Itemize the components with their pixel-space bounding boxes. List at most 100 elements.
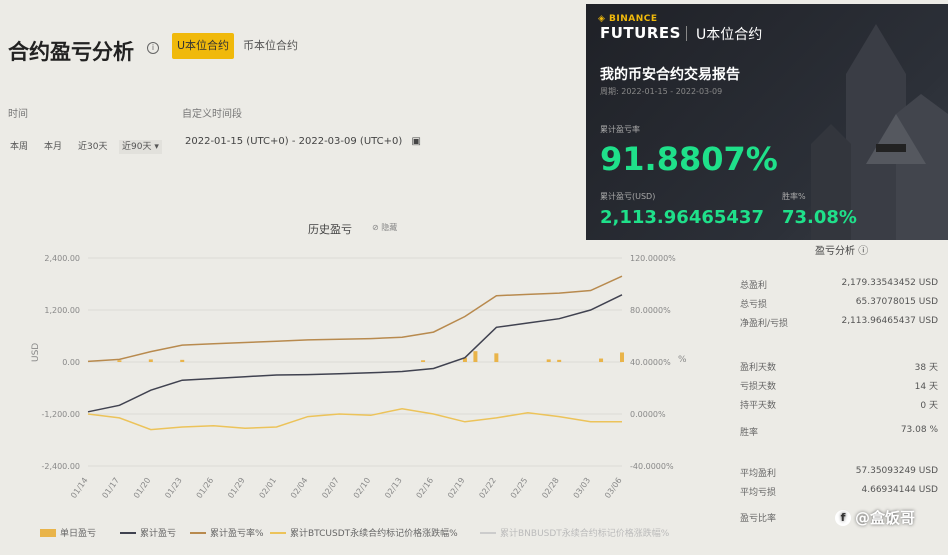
y-right-tick: 40.0000% <box>630 358 671 367</box>
y-left-tick: 2,400.00 <box>44 254 80 263</box>
daily-pnl-bar <box>599 358 604 362</box>
legend-daily-pnl[interactable]: 单日盈亏 <box>40 526 96 539</box>
pnl-label: 累计盈亏(USD) <box>600 192 656 201</box>
y-left-tick: -2,400.00 <box>41 462 80 471</box>
pnl-rate-label: 累计盈亏率 <box>600 125 640 134</box>
series-line <box>87 408 622 431</box>
page-title: 合约盈亏分析 <box>8 40 134 64</box>
pnl-rate-value: 91.8807% <box>600 140 778 178</box>
chart-title: 历史盈亏 <box>308 223 352 236</box>
series-line <box>87 294 623 413</box>
legend-bnb[interactable]: 累计BNBUSDT永续合约标记价格涨跌幅% <box>480 526 669 539</box>
x-tick: 02/25 <box>509 476 530 500</box>
hide-toggle[interactable]: ⊘ 隐藏 <box>372 222 397 233</box>
daily-pnl-bar <box>620 352 624 362</box>
daily-pnl-bar <box>473 351 478 362</box>
x-tick: 01/29 <box>226 476 247 500</box>
x-tick: 02/13 <box>383 476 404 500</box>
hide-label: 隐藏 <box>381 223 398 232</box>
time-label: 时间 <box>8 109 28 120</box>
stat-label: 平均盈利 <box>740 469 777 479</box>
filter-this-month[interactable]: 本月 <box>44 140 62 154</box>
stat-label: 持平天数 <box>740 401 777 411</box>
filter-90-days[interactable]: 近90天 ▾ <box>119 140 162 154</box>
x-tick: 02/19 <box>446 476 467 500</box>
daily-pnl-bar <box>117 360 122 362</box>
stat-value: 73.08 % <box>900 425 938 435</box>
stats-title: 盈亏分析 ⓘ <box>815 242 868 257</box>
info-icon[interactable]: ⓘ <box>858 246 868 257</box>
series-line <box>87 275 623 363</box>
legend-label: 累计盈亏率% <box>210 529 264 539</box>
binance-logo: ◈ BINANCE <box>598 14 658 24</box>
y-left-tick: 0.00 <box>62 358 80 367</box>
x-tick: 03/06 <box>603 476 624 500</box>
y-right-tick: 0.0000% <box>630 410 666 419</box>
x-tick: 02/28 <box>540 476 561 500</box>
x-tick: 03/03 <box>572 476 593 500</box>
filter-30-days[interactable]: 近30天 <box>78 140 107 154</box>
x-tick: 02/04 <box>289 476 310 500</box>
y-right-tick: -40.0000% <box>630 462 674 471</box>
x-tick: 01/14 <box>69 476 90 500</box>
x-tick: 01/20 <box>132 476 153 500</box>
stat-value: 57.35093249 USD <box>855 466 938 476</box>
watermark-text: @盒饭哥 <box>855 509 916 527</box>
x-tick: 01/23 <box>163 476 184 500</box>
stat-value: 38 天 <box>914 363 938 373</box>
weibo-logo-icon: f <box>835 509 851 526</box>
futures-label: FUTURES <box>600 24 681 42</box>
legend-cumulative-rate[interactable]: 累计盈亏率% <box>190 526 264 539</box>
stat-label: 胜率 <box>740 428 759 438</box>
pnl-chart: 2,400.00 1,200.00 0.00 -1,200.00 -2,400.00 12… <box>31 254 687 500</box>
building-illustration <box>811 24 948 240</box>
stat-label: 盈利天数 <box>740 363 777 373</box>
date-range-picker[interactable]: 2022-01-15 (UTC+0) - 2022-03-09 (UTC+0) … <box>185 136 421 147</box>
legend-btc[interactable]: 累计BTCUSDT永续合约标记价格涨跌幅% <box>270 526 458 539</box>
date-range-text: 2022-01-15 (UTC+0) - 2022-03-09 (UTC+0) <box>185 136 403 147</box>
x-tick: 01/26 <box>195 476 216 500</box>
legend-label: 单日盈亏 <box>60 529 97 539</box>
win-rate-label: 胜率% <box>782 192 806 201</box>
stat-value: 14 天 <box>914 382 938 392</box>
divider <box>686 26 687 41</box>
legend-cumulative-pnl[interactable]: 累计盈亏 <box>120 526 176 539</box>
stat-value: 65.37078015 USD <box>855 297 938 307</box>
daily-pnl-bar <box>148 359 153 362</box>
stat-value: 4.66934144 USD <box>861 485 939 495</box>
report-period: 周期: 2022-01-15 - 2022-03-09 <box>600 87 723 96</box>
y-left-tick: -1,200.00 <box>41 410 80 419</box>
x-tick: 02/01 <box>258 476 279 500</box>
contract-type: U本位合约 <box>696 27 763 43</box>
watermark: f @盒饭哥 <box>835 507 915 528</box>
custom-range-label: 自定义时间段 <box>182 109 242 120</box>
y-right-tick: 80.0000% <box>630 306 671 315</box>
report-title: 我的币安合约交易报告 <box>600 67 740 83</box>
legend-label: 累计盈亏 <box>140 529 177 539</box>
x-tick: 02/22 <box>477 476 498 500</box>
report-card: ◈ BINANCE FUTURES U本位合约 我的币安合约交易报告 周期: 2… <box>586 4 948 240</box>
legend-label: 累计BNBUSDT永续合约标记价格涨跌幅% <box>500 529 670 539</box>
daily-pnl-bar <box>180 359 185 362</box>
daily-pnl-bar <box>421 360 426 362</box>
daily-pnl-bar <box>494 353 499 362</box>
pnl-value: 2,113.96465437 <box>600 207 764 228</box>
filter-this-week[interactable]: 本周 <box>10 140 28 154</box>
tab-coin-contract[interactable]: 币本位合约 <box>243 33 298 59</box>
stat-label: 亏损天数 <box>740 382 777 392</box>
calendar-icon[interactable]: ▣ <box>411 136 420 147</box>
stat-label: 净盈利/亏损 <box>740 319 789 329</box>
daily-pnl-bar <box>546 359 551 362</box>
x-tick: 02/10 <box>352 476 373 500</box>
stat-label: 总亏损 <box>740 300 768 310</box>
y-right-label: % <box>678 355 687 365</box>
info-icon[interactable]: i <box>147 42 159 54</box>
stats-title-text: 盈亏分析 <box>815 246 855 257</box>
eye-off-icon: ⊘ <box>372 223 379 232</box>
x-tick: 02/16 <box>415 476 436 500</box>
y-left-label: USD <box>31 343 41 362</box>
daily-pnl-bar <box>557 359 562 362</box>
stat-label: 总盈利 <box>740 281 768 291</box>
y-left-tick: 1,200.00 <box>44 306 80 315</box>
tab-u-contract[interactable]: U本位合约 <box>172 33 234 59</box>
